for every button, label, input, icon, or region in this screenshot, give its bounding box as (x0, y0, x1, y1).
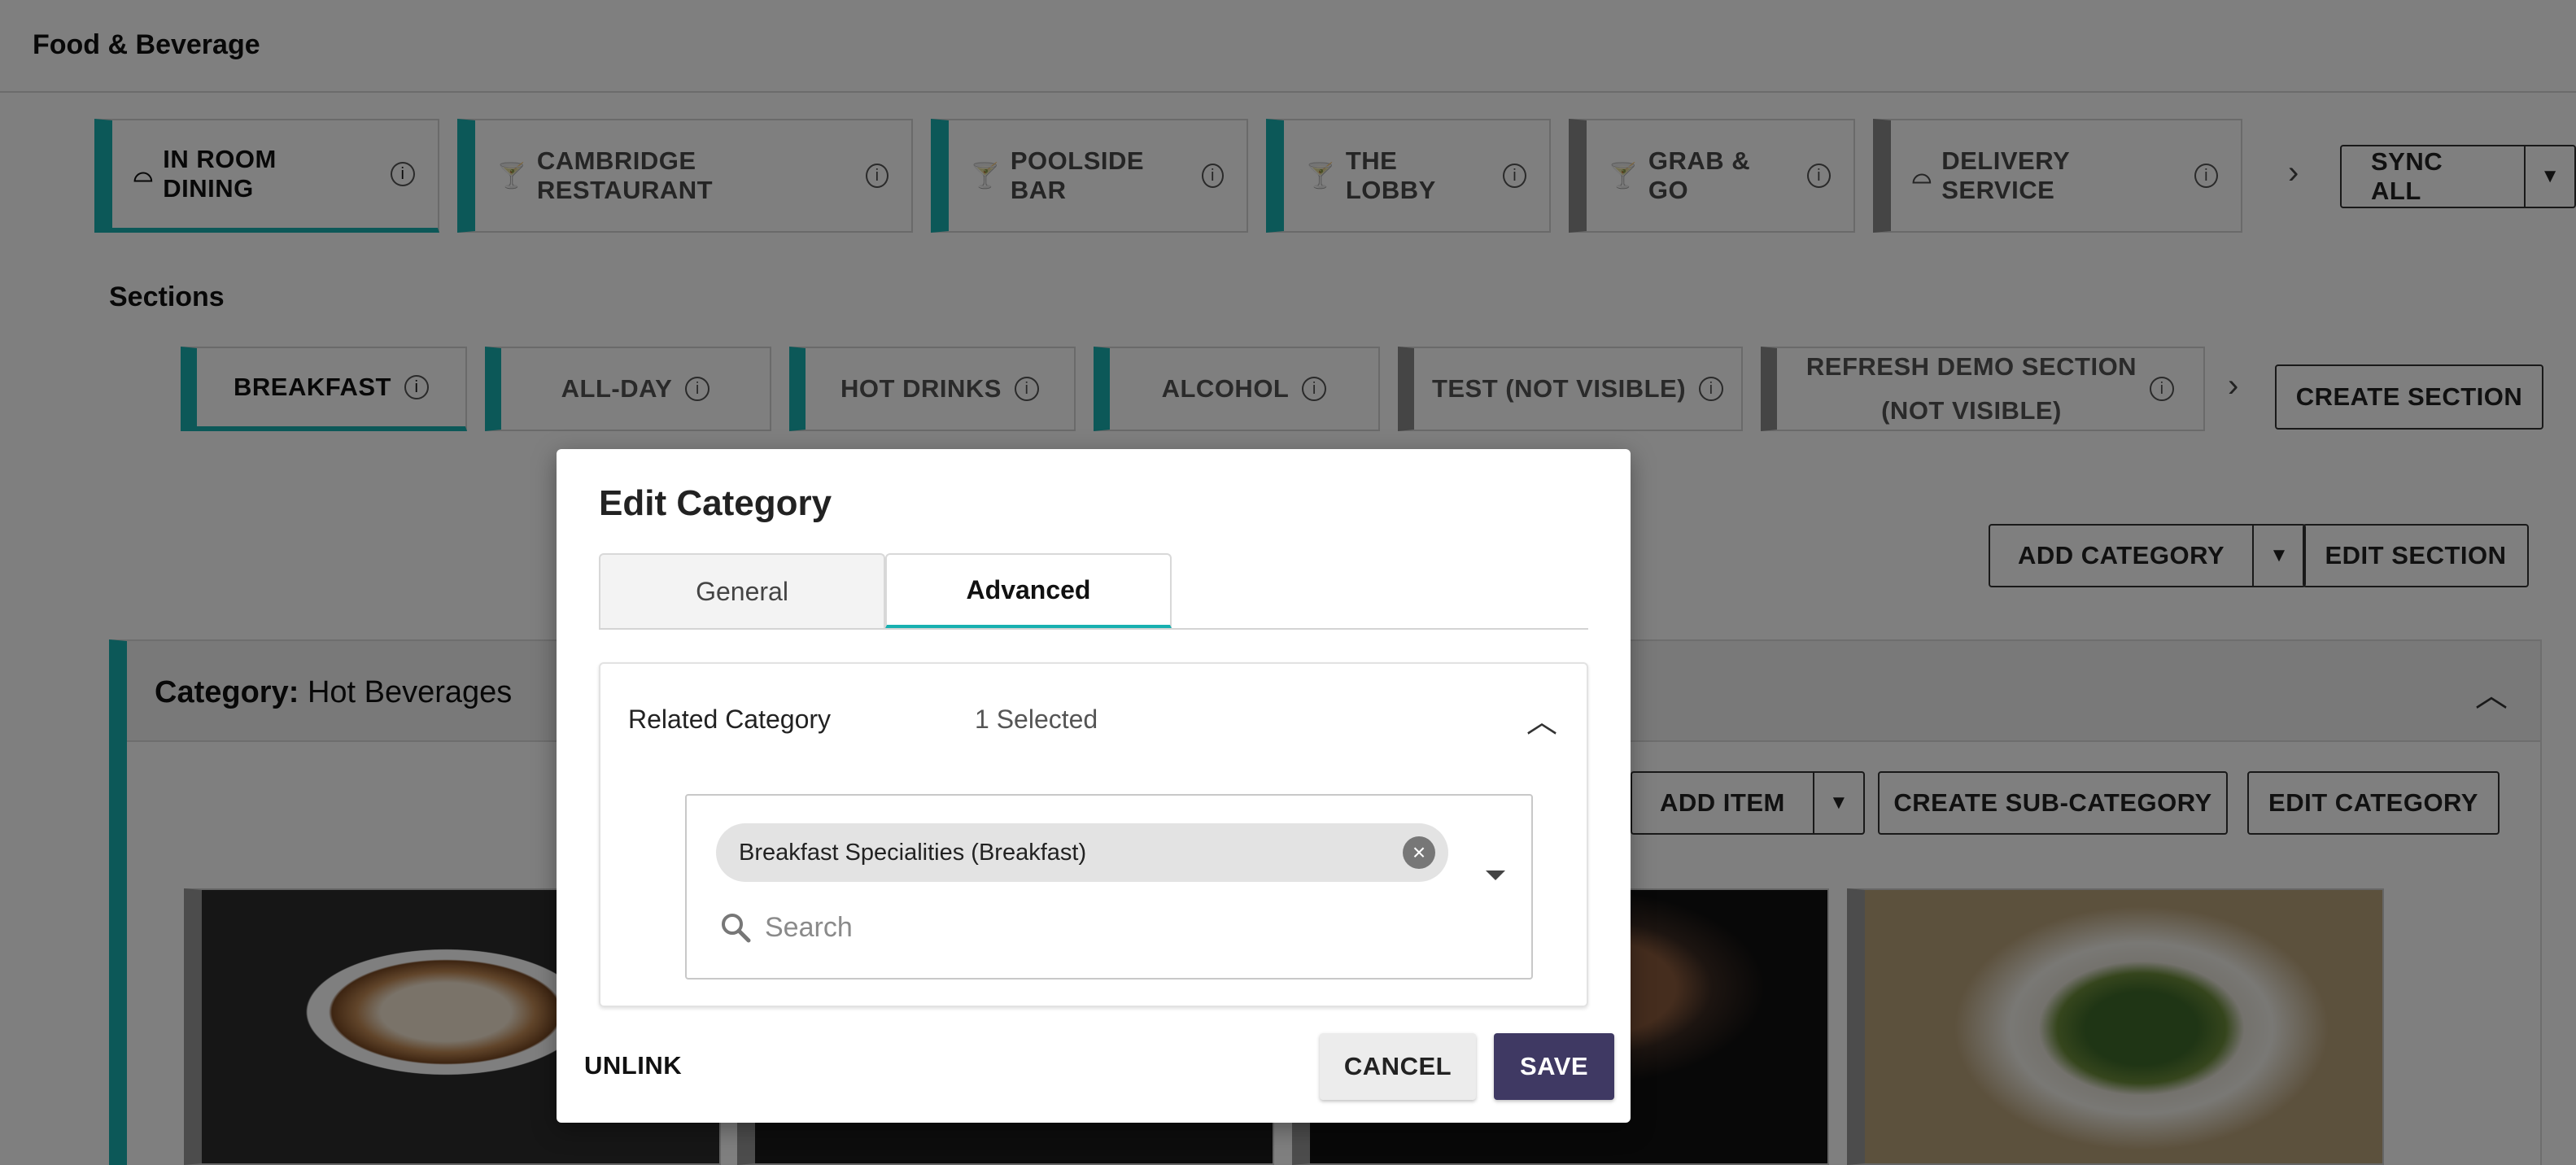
related-category-count: 1 Selected (975, 705, 1098, 734)
related-category-label: Related Category (628, 705, 832, 734)
search-input[interactable] (765, 903, 1383, 952)
caret-down-icon[interactable] (1486, 870, 1505, 880)
chevron-up-icon[interactable]: ︿ (1526, 696, 1557, 741)
dialog-tabs: General Advanced (599, 553, 1588, 630)
search-icon (722, 914, 751, 943)
save-button[interactable]: SAVE (1494, 1033, 1614, 1100)
unlink-button[interactable]: UNLINK (584, 1051, 682, 1080)
selected-chip: Breakfast Specialities (Breakfast) × (716, 823, 1448, 882)
close-icon[interactable]: × (1403, 836, 1435, 869)
chip-label: Breakfast Specialities (Breakfast) (739, 839, 1087, 866)
related-category-panel: Related Category 1 Selected ︿ Breakfast … (599, 662, 1588, 1007)
related-category-select[interactable]: Breakfast Specialities (Breakfast) × (685, 794, 1533, 980)
tab-advanced[interactable]: Advanced (885, 553, 1172, 628)
edit-category-dialog: Edit Category General Advanced Related C… (557, 449, 1631, 1123)
dialog-title: Edit Category (599, 483, 832, 523)
cancel-button[interactable]: CANCEL (1320, 1033, 1476, 1100)
tab-general[interactable]: General (599, 553, 885, 628)
